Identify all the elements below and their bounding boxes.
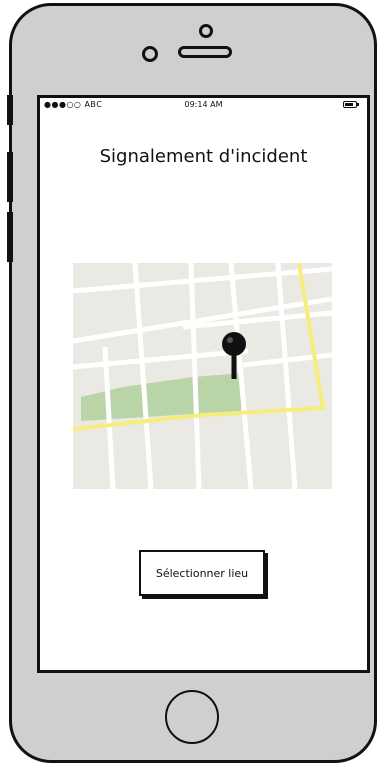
battery-icon [343, 101, 359, 108]
map-graphic [73, 263, 332, 489]
location-map[interactable] [73, 263, 332, 489]
earpiece-speaker [178, 46, 232, 58]
volume-up-button [7, 152, 13, 202]
status-bar: ●●●○○ ABC 09:14 AM [40, 98, 367, 112]
volume-down-button [7, 212, 13, 262]
page-title: Signalement d'incident [99, 146, 308, 167]
mute-switch [7, 95, 13, 125]
select-location-button[interactable]: Sélectionner lieu [139, 550, 265, 596]
home-button-icon[interactable] [165, 690, 219, 744]
status-time: 09:14 AM [184, 100, 223, 109]
proximity-sensor [199, 24, 213, 38]
phone-screen: ●●●○○ ABC 09:14 AM Signalement d'inciden… [37, 95, 370, 673]
front-camera [142, 46, 158, 62]
